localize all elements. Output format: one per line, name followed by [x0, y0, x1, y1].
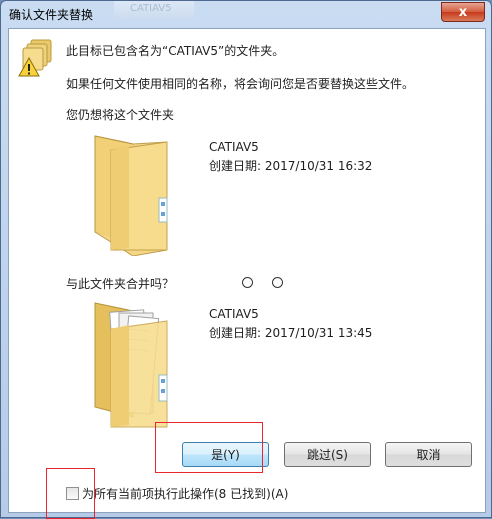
warning-folders-icon: [18, 39, 52, 77]
cancel-button-label: 取消: [416, 448, 441, 462]
highlight-box-checkbox: [46, 468, 95, 519]
background-window-tab: CATIAV5: [114, 1, 194, 19]
close-icon: x: [458, 4, 468, 20]
highlight-box-yes: [155, 422, 263, 473]
loading-dot-1: [242, 277, 253, 288]
skip-button-label: 跳过(S): [307, 448, 348, 462]
source-folder-name: CATIAV5: [209, 307, 259, 321]
folder-with-files-icon: [94, 302, 168, 428]
message-replace-info: 如果任何文件使用相同的名称，将会询问您是否要替换这些文件。: [66, 77, 415, 91]
title-bar[interactable]: 确认文件夹替换 CATIAV5 x: [1, 1, 491, 27]
source-folder-created: 创建日期: 2017/10/31 13:45: [209, 326, 373, 340]
background-window-tab-label: CATIAV5: [130, 3, 172, 14]
window-title: 确认文件夹替换: [9, 8, 94, 22]
skip-button[interactable]: 跳过(S): [284, 442, 371, 467]
merge-question: 与此文件夹合并吗？: [66, 277, 175, 291]
folder-icon: [94, 135, 168, 256]
message-merge-prompt: 您仍想将这个文件夹: [66, 108, 175, 122]
loading-dot-2: [272, 277, 283, 288]
target-folder-created: 创建日期: 2017/10/31 16:32: [209, 159, 373, 173]
apply-to-all-label[interactable]: 为所有当前项执行此操作(8 已找到)(A): [82, 485, 288, 502]
confirm-folder-replace-dialog: 确认文件夹替换 CATIAV5 x 此目标已包含名为“CATIAV5”的文件夹。…: [0, 0, 492, 519]
close-button[interactable]: x: [441, 2, 485, 22]
cancel-button[interactable]: 取消: [385, 442, 472, 467]
message-folder-exists: 此目标已包含名为“CATIAV5”的文件夹。: [66, 44, 285, 58]
target-folder-name: CATIAV5: [209, 140, 259, 154]
